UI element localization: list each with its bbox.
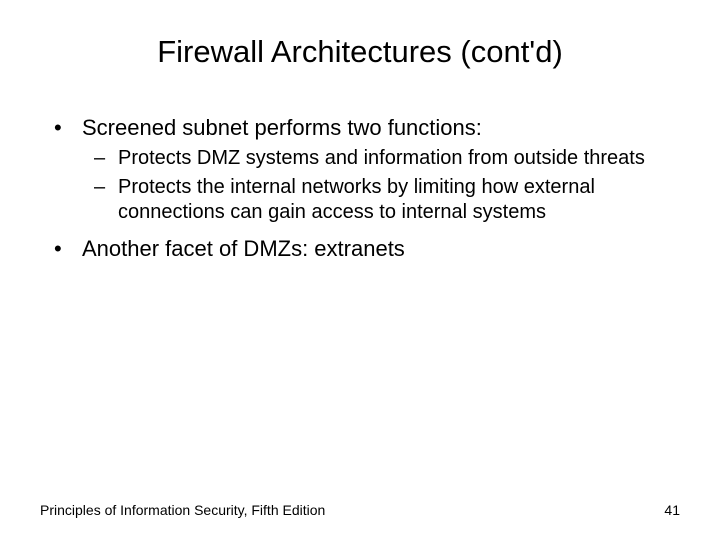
sub-bullet-text: Protects DMZ systems and information fro… bbox=[118, 147, 645, 169]
slide-body: Screened subnet performs two functions: … bbox=[40, 114, 680, 262]
bullet-text: Another facet of DMZs: extranets bbox=[82, 236, 405, 261]
bullet-item: Another facet of DMZs: extranets bbox=[40, 235, 680, 263]
sub-bullet-text: Protects the internal networks by limiti… bbox=[118, 176, 595, 223]
bullet-item: Screened subnet performs two functions: … bbox=[40, 114, 680, 225]
footer-left-text: Principles of Information Security, Fift… bbox=[40, 502, 325, 518]
bullet-list-level2: Protects DMZ systems and information fro… bbox=[82, 146, 680, 225]
bullet-text: Screened subnet performs two functions: bbox=[82, 115, 482, 140]
slide-title: Firewall Architectures (cont'd) bbox=[40, 34, 680, 70]
sub-bullet-item: Protects the internal networks by limiti… bbox=[82, 175, 680, 225]
slide: Firewall Architectures (cont'd) Screened… bbox=[0, 0, 720, 540]
sub-bullet-item: Protects DMZ systems and information fro… bbox=[82, 146, 680, 171]
bullet-list-level1: Screened subnet performs two functions: … bbox=[40, 114, 680, 262]
slide-footer: Principles of Information Security, Fift… bbox=[40, 502, 680, 518]
page-number: 41 bbox=[664, 502, 680, 518]
